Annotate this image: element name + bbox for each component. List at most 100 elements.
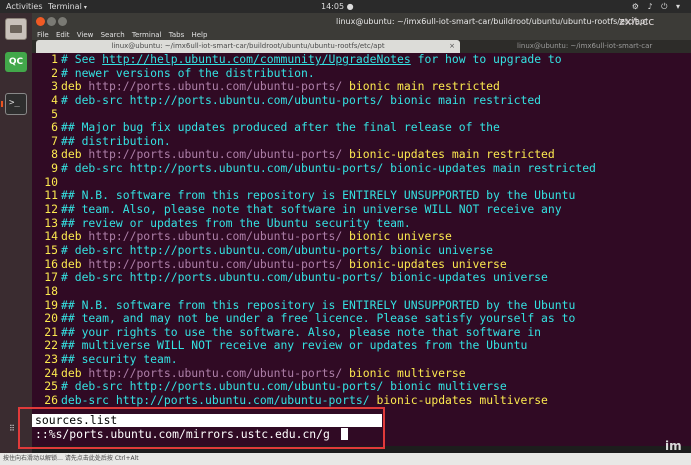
- qt-creator-icon[interactable]: QC: [5, 52, 27, 72]
- line-number: 9: [51, 161, 58, 176]
- editor-line[interactable]: 3 deb http://ports.ubuntu.com/ubuntu-port…: [32, 79, 691, 94]
- editor-line[interactable]: 17 # deb-src http://ports.ubuntu.com/ubun…: [32, 270, 691, 285]
- line-number: 14: [44, 229, 58, 244]
- code-text: for how to upgrade to: [410, 53, 562, 66]
- editor-line[interactable]: 16 deb http://ports.ubuntu.com/ubuntu-por…: [32, 256, 691, 272]
- line-number: 7: [51, 133, 58, 148]
- tab-second[interactable]: linux@ubuntu: ~/imx6ull-iot-smart-car: [517, 40, 652, 53]
- line-number: 4: [51, 92, 58, 107]
- close-tab-icon[interactable]: ×: [449, 40, 455, 53]
- activities-button[interactable]: Activities: [6, 0, 43, 13]
- code-text: ## N.B. software from this repository is…: [61, 297, 576, 312]
- watermark: zxit.cc: [619, 15, 655, 28]
- editor-line[interactable]: 8 deb http://ports.ubuntu.com/ubuntu-port…: [32, 148, 691, 162]
- menu-search[interactable]: Search: [101, 31, 125, 39]
- code-text: http://ports.ubuntu.com/ubuntu-ports/: [81, 79, 350, 94]
- vm-status-text: 按住向右滑动以解锁… 请先点击此处后按 Ctrl+Alt: [3, 455, 139, 462]
- editor-line[interactable]: 20 ## team, and may not be under a free l…: [32, 311, 691, 326]
- line-number: 3: [51, 79, 58, 94]
- code-text: ## review or updates from the Ubuntu sec…: [61, 215, 411, 230]
- editor-line[interactable]: 18: [32, 283, 691, 299]
- line-number: 11: [44, 188, 58, 203]
- menu-tabs[interactable]: Tabs: [169, 31, 185, 39]
- line-number: 6: [51, 120, 58, 135]
- editor-line[interactable]: 1 # See http://help.ubuntu.com/community/…: [32, 53, 691, 67]
- code-text: # deb-src http://ports.ubuntu.com/ubuntu…: [61, 92, 542, 107]
- line-number: 18: [44, 283, 58, 298]
- code-text: deb: [61, 229, 82, 244]
- line-number: 15: [44, 242, 58, 257]
- editor-line[interactable]: 22 ## multiverse WILL NOT receive any rev…: [32, 339, 691, 353]
- editor-line[interactable]: 24 deb http://ports.ubuntu.com/ubuntu-por…: [32, 365, 691, 381]
- editor-line[interactable]: 26 deb-src http://ports.ubuntu.com/ubuntu…: [32, 393, 691, 408]
- code-text: # deb-src http://ports.ubuntu.com/ubuntu…: [61, 242, 494, 257]
- code-text: ## Major bug fix updates produced after …: [61, 120, 500, 135]
- code-text: # deb-src http://ports.ubuntu.com/ubuntu…: [61, 379, 507, 394]
- code-text: http://ports.ubuntu.com/ubuntu-ports/: [81, 365, 350, 380]
- line-number: 1: [51, 53, 58, 66]
- line-number: 20: [44, 311, 58, 326]
- active-indicator: [1, 101, 3, 107]
- code-text: http://ports.ubuntu.com/ubuntu-ports/: [81, 147, 350, 162]
- files-icon[interactable]: [5, 18, 27, 40]
- editor-line[interactable]: 11 ## N.B. software from this repository …: [32, 189, 691, 203]
- menu-edit[interactable]: Edit: [56, 31, 70, 39]
- editor-line[interactable]: 19 ## N.B. software from this repository …: [32, 297, 691, 313]
- editor-line[interactable]: 25 # deb-src http://ports.ubuntu.com/ubun…: [32, 380, 691, 394]
- app-menu-label: Terminal: [48, 2, 82, 11]
- menu-help[interactable]: Help: [191, 31, 207, 39]
- menu-bar: File Edit View Search Terminal Tabs Help: [32, 30, 691, 40]
- line-number: 23: [44, 352, 58, 367]
- editor-line[interactable]: 15 # deb-src http://ports.ubuntu.com/ubun…: [32, 242, 691, 258]
- editor-line[interactable]: 5: [32, 107, 691, 122]
- code-text: ## your rights to use the software. Also…: [61, 324, 542, 339]
- code-text: bionic-updates universe: [349, 256, 507, 271]
- editor-line[interactable]: 13 ## review or updates from the Ubuntu s…: [32, 215, 691, 231]
- line-number: 25: [44, 379, 58, 394]
- editor-line[interactable]: 6 ## Major bug fix updates produced after…: [32, 120, 691, 135]
- editor-line[interactable]: 12 ## team. Also, please note that softwa…: [32, 202, 691, 217]
- code-text: http://ports.ubuntu.com/ubuntu-ports/: [81, 256, 350, 271]
- tab-active[interactable]: linux@ubuntu: ~/imx6ull-iot-smart-car/bu…: [36, 40, 460, 53]
- highlight-box: [18, 407, 385, 449]
- line-number: 12: [44, 202, 58, 217]
- app-menu[interactable]: Terminal ▾: [48, 0, 87, 14]
- brand-watermark: im: [665, 439, 682, 453]
- line-number: 17: [44, 270, 58, 285]
- system-tray[interactable]: ⚙ ♪ ⏻ ▾: [632, 0, 683, 13]
- code-text: bionic-updates multiverse: [376, 393, 548, 408]
- code-text: ## distribution.: [61, 133, 171, 148]
- menu-terminal[interactable]: Terminal: [132, 31, 162, 39]
- line-number: 26: [44, 393, 58, 408]
- line-number: 22: [44, 338, 58, 353]
- code-text: deb-src http://ports.ubuntu.com/ubuntu-p…: [61, 393, 377, 408]
- clock[interactable]: 14:05 ●: [321, 0, 354, 13]
- editor-line[interactable]: 9 # deb-src http://ports.ubuntu.com/ubunt…: [32, 161, 691, 176]
- editor-line[interactable]: 7 ## distribution.: [32, 133, 691, 149]
- terminal-icon[interactable]: >_: [5, 93, 27, 115]
- menu-file[interactable]: File: [37, 31, 49, 39]
- menu-view[interactable]: View: [77, 31, 94, 39]
- line-number: 13: [44, 215, 58, 230]
- line-number: 2: [51, 65, 58, 80]
- maximize-window-button[interactable]: [58, 17, 67, 26]
- minimize-window-button[interactable]: [47, 17, 56, 26]
- editor-line[interactable]: 23 ## security team.: [32, 352, 691, 367]
- code-text: deb: [61, 79, 82, 94]
- editor-line[interactable]: 14 deb http://ports.ubuntu.com/ubuntu-por…: [32, 230, 691, 244]
- code-text: ## multiverse WILL NOT receive any revie…: [61, 338, 528, 353]
- chevron-down-icon: ▾: [83, 4, 87, 11]
- tab-bar: linux@ubuntu: ~/imx6ull-iot-smart-car/bu…: [32, 40, 691, 53]
- editor-line[interactable]: 21 ## your rights to use the software. Al…: [32, 324, 691, 340]
- vim-editor[interactable]: 1 # See http://help.ubuntu.com/community/…: [32, 53, 691, 411]
- close-window-button[interactable]: [36, 17, 45, 26]
- window-title: linux@ubuntu: ~/imx6ull-iot-smart-car/bu…: [336, 17, 649, 26]
- line-number: 21: [44, 324, 58, 339]
- editor-line[interactable]: 10: [32, 175, 691, 190]
- code-text: # See: [61, 53, 103, 66]
- editor-line[interactable]: 4 # deb-src http://ports.ubuntu.com/ubunt…: [32, 92, 691, 108]
- code-text: ## team. Also, please note that software…: [61, 202, 562, 217]
- window-titlebar[interactable]: linux@ubuntu: ~/imx6ull-iot-smart-car/bu…: [32, 13, 691, 30]
- editor-line[interactable]: 2 # newer versions of the distribution.: [32, 65, 691, 81]
- code-text: # newer versions of the distribution.: [61, 65, 315, 80]
